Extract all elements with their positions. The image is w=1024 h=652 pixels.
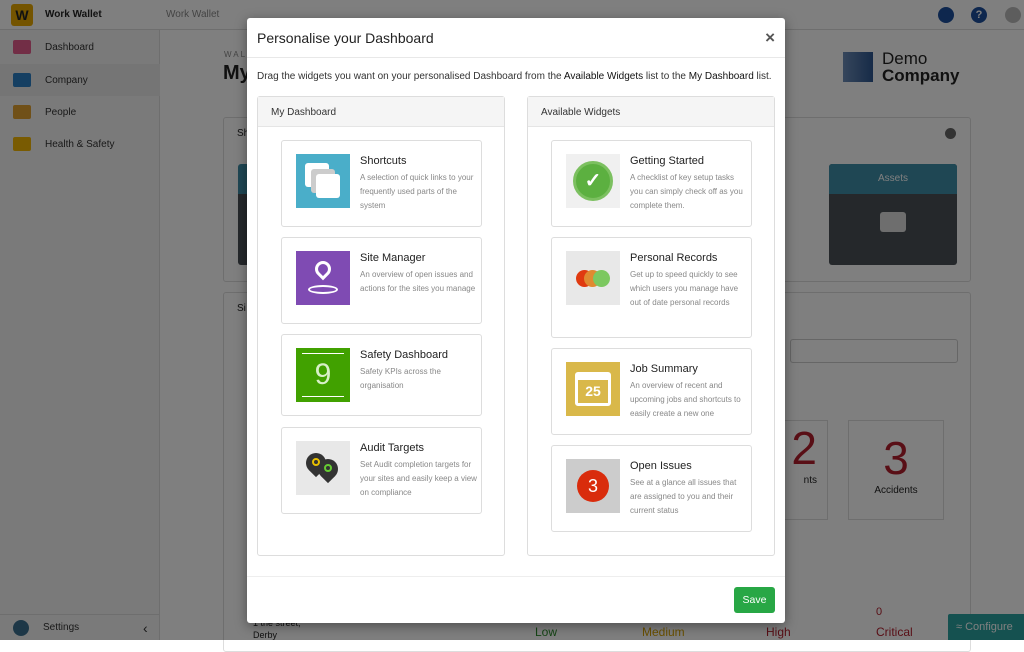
widget-description: Get up to speed quickly to see which use… — [630, 270, 739, 307]
widget-job-summary[interactable]: 25 Job Summary An overview of recent and … — [551, 348, 752, 435]
widget-description: A selection of quick links to your frequ… — [360, 173, 474, 210]
audit-pins-icon — [296, 441, 350, 495]
available-widgets-list[interactable]: Available Widgets ✓ Getting Started A che… — [527, 96, 775, 556]
save-button[interactable]: Save — [734, 587, 775, 613]
issues-count-icon: 3 — [566, 459, 620, 513]
widget-shortcuts[interactable]: Shortcuts A selection of quick links to y… — [281, 140, 482, 227]
widget-description: See at a glance all issues that are assi… — [630, 478, 737, 515]
widget-title: Open Issues — [630, 460, 692, 472]
widget-personal-records[interactable]: Personal Records Get up to speed quickly … — [551, 237, 752, 338]
records-dots-icon — [566, 251, 620, 305]
widget-description: Safety KPIs across the organisation — [360, 367, 441, 390]
widget-title: Personal Records — [630, 252, 718, 264]
check-circle-icon: ✓ — [566, 154, 620, 208]
my-dashboard-list[interactable]: My Dashboard Shortcuts A selection of qui… — [257, 96, 505, 556]
close-icon[interactable]: × — [765, 28, 775, 48]
panel-header: My Dashboard — [258, 97, 504, 127]
calendar-icon: 25 — [566, 362, 620, 416]
panel-header: Available Widgets — [528, 97, 774, 127]
modal-title: Personalise your Dashboard — [247, 18, 785, 58]
widget-title: Audit Targets — [360, 442, 425, 454]
widget-open-issues[interactable]: 3 Open Issues See at a glance all issues … — [551, 445, 752, 532]
widget-description: A checklist of key setup tasks you can s… — [630, 173, 743, 210]
widget-description: An overview of recent and upcoming jobs … — [630, 381, 741, 418]
widget-audit-targets[interactable]: Audit Targets Set Audit completion target… — [281, 427, 482, 514]
widget-description: An overview of open issues and actions f… — [360, 270, 476, 293]
widget-getting-started[interactable]: ✓ Getting Started A checklist of key setu… — [551, 140, 752, 227]
modal-footer-divider — [247, 576, 785, 577]
shortcuts-icon — [296, 154, 350, 208]
widget-title: Site Manager — [360, 252, 426, 264]
map-pin-icon — [296, 251, 350, 305]
widget-description: Set Audit completion targets for your si… — [360, 460, 477, 497]
personalise-dashboard-modal: Personalise your Dashboard × Drag the wi… — [247, 18, 785, 623]
widget-site-manager[interactable]: Site Manager An overview of open issues a… — [281, 237, 482, 324]
widget-title: Shortcuts — [360, 155, 407, 167]
widget-title: Safety Dashboard — [360, 349, 449, 361]
safety-kpi-icon: 9 — [296, 348, 350, 402]
widget-title: Getting Started — [630, 155, 704, 167]
modal-description: Drag the widgets you want on your person… — [257, 71, 772, 82]
widget-title: Job Summary — [630, 363, 698, 375]
widget-safety-dashboard[interactable]: 9 Safety Dashboard Safety KPIs across the… — [281, 334, 482, 416]
